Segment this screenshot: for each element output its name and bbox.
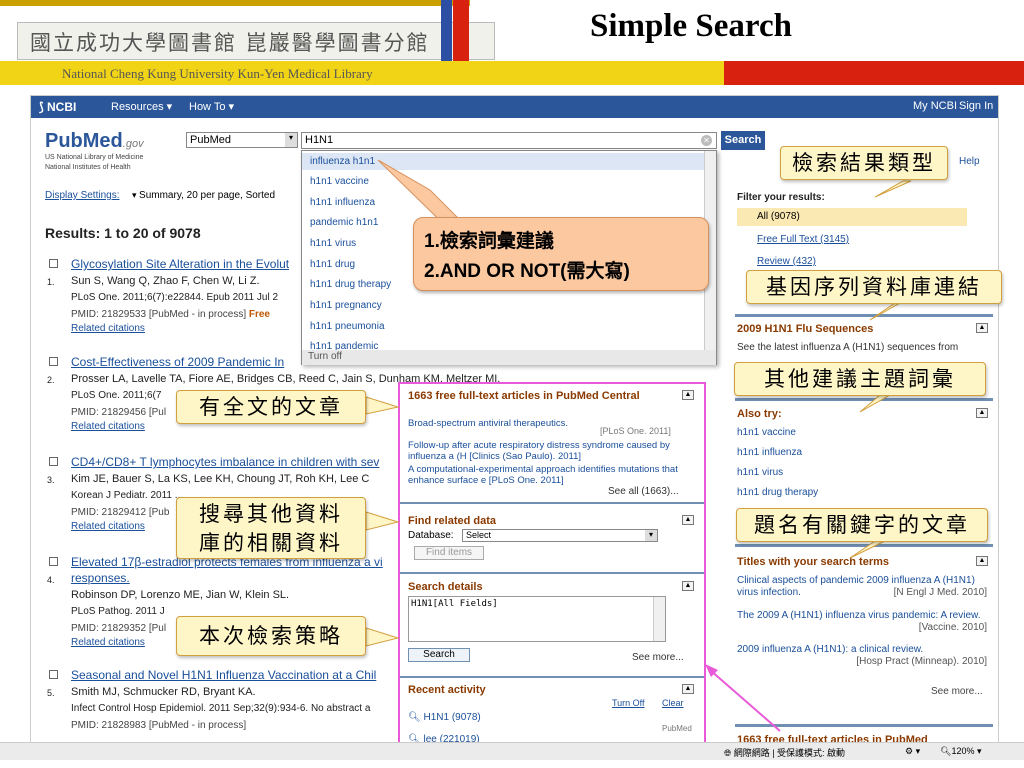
callout-pointer bbox=[365, 511, 400, 531]
callout-pointer bbox=[365, 627, 400, 647]
zoom-level[interactable]: 🔍︎120% ▾ bbox=[940, 746, 982, 757]
callout-gene-sequence: 基因序列資料庫連結 bbox=[746, 270, 1002, 304]
callout-line: 2.AND OR NOT(需大寫) bbox=[424, 261, 630, 282]
status-zone: 🌐︎ 網際網路 | 受保護模式: 啟動 bbox=[724, 748, 846, 758]
pink-arrow bbox=[709, 669, 781, 732]
protected-mode-icon[interactable]: ⚙ ▾ bbox=[905, 746, 920, 757]
callout-pointer bbox=[849, 540, 886, 559]
callout-title-keywords: 題名有關鍵字的文章 bbox=[736, 508, 988, 542]
callout-pointer bbox=[869, 302, 902, 321]
callout-pointer bbox=[874, 180, 912, 198]
callout-fulltext: 有全文的文章 bbox=[176, 390, 366, 424]
callout-pointer bbox=[859, 394, 892, 413]
callout-line: 庫的相關資料 bbox=[199, 531, 343, 555]
globe-icon: 🌐︎ bbox=[724, 748, 734, 758]
callout-line: 搜尋其他資料 bbox=[199, 502, 343, 526]
callout-related-data: 搜尋其他資料 庫的相關資料 bbox=[176, 497, 366, 559]
callout-result-types: 檢索結果類型 bbox=[780, 146, 948, 180]
suggestion-callout: 1.檢索詞彙建議 2.AND OR NOT(需大寫) bbox=[413, 217, 709, 291]
callout-search-strategy: 本次檢索策略 bbox=[176, 616, 366, 656]
callout-suggested-terms: 其他建議主題詞彙 bbox=[734, 362, 986, 396]
callout-pointer bbox=[365, 396, 400, 415]
browser-status-bar: 🌐︎ 網際網路 | 受保護模式: 啟動 ⚙ ▾ 🔍︎120% ▾ bbox=[0, 742, 1024, 760]
callout-line: 1.檢索詞彙建議 bbox=[424, 231, 554, 252]
zoom-icon: 🔍︎ bbox=[940, 746, 952, 756]
